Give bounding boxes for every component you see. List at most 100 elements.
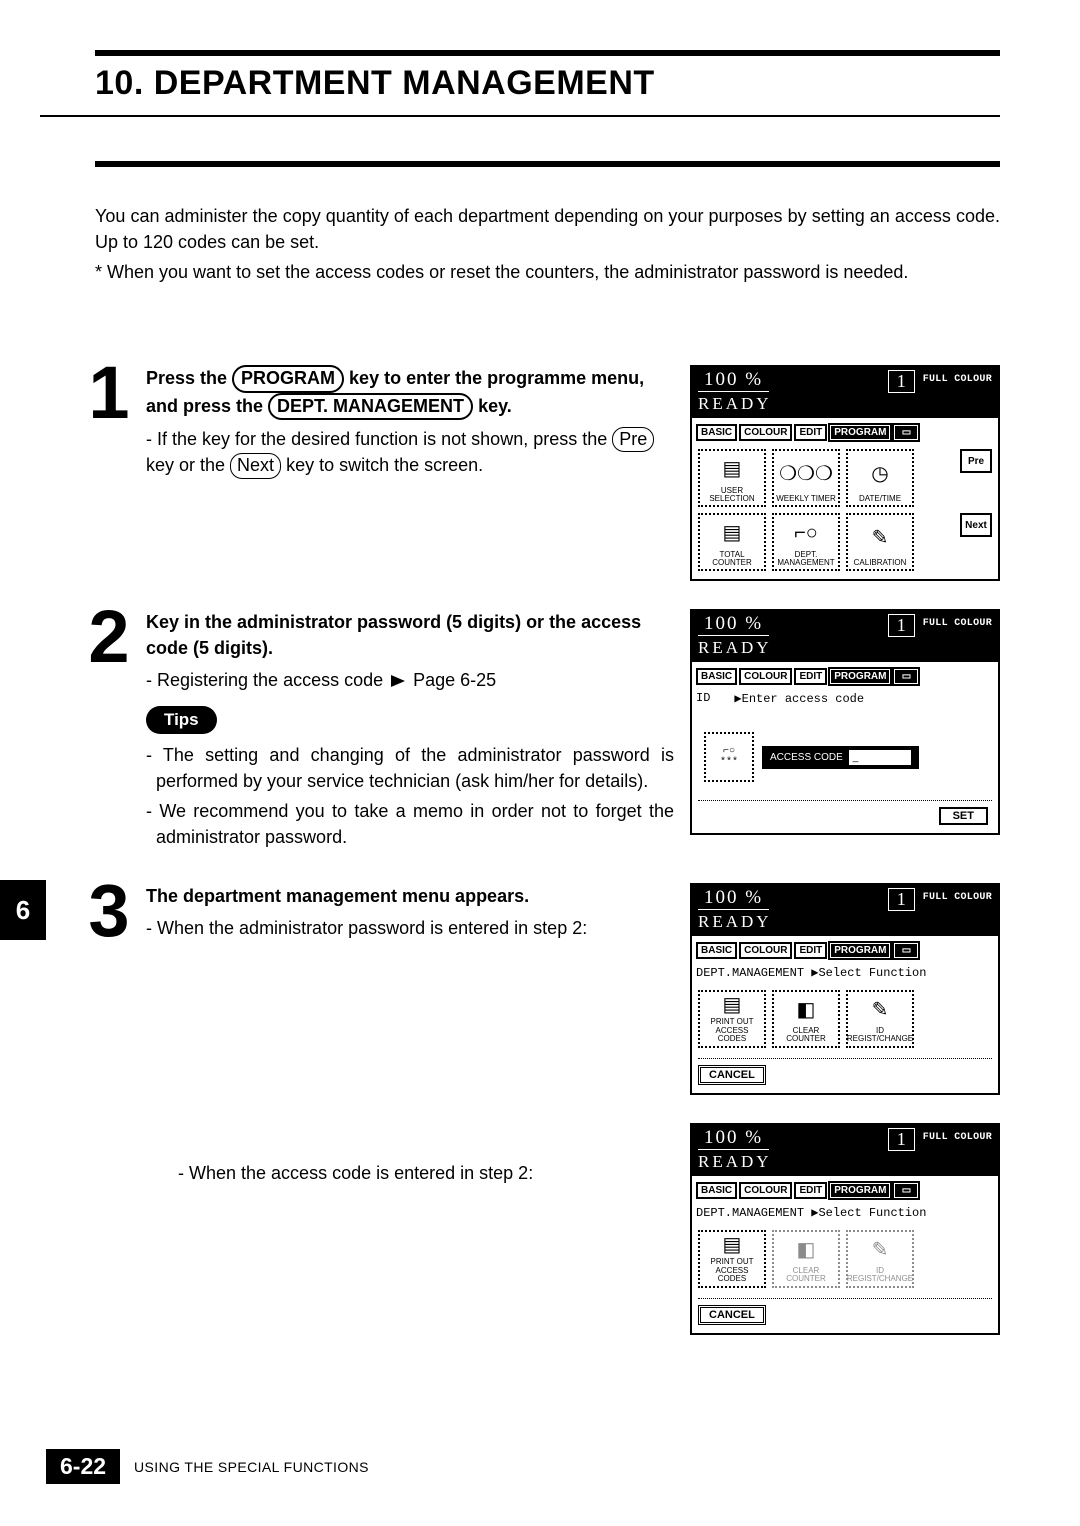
lcd-tab-basic[interactable]: BASIC bbox=[696, 668, 737, 685]
tips-label: Tips bbox=[146, 706, 217, 735]
step3-sub-access: - When the access code is entered in ste… bbox=[178, 1163, 690, 1184]
lcd-cancel-button[interactable]: CANCEL bbox=[698, 1305, 766, 1325]
step2-page-ref: Page 6-25 bbox=[408, 670, 496, 690]
step-number: 1 bbox=[80, 365, 138, 421]
lcd-screen-dept-menu-access: FULL COLOUR 1 100 % READY BASIC COLOUR E… bbox=[690, 1123, 1000, 1335]
intro-paragraph: You can administer the copy quantity of … bbox=[95, 203, 1000, 255]
lcd-btn-id-regist-change-disabled: ✎ID REGIST/CHANGE bbox=[846, 1230, 914, 1288]
step1-sub: - If the key for the desired function is… bbox=[146, 426, 674, 479]
lcd-tab-program[interactable]: PROGRAM bbox=[829, 1182, 891, 1199]
step3-bold: The department management menu appears. bbox=[146, 886, 529, 906]
lcd-ready: READY bbox=[698, 394, 992, 414]
lcd-tab-colour[interactable]: COLOUR bbox=[739, 1182, 792, 1199]
lcd-percent: 100 % bbox=[698, 1127, 769, 1150]
lcd-tab-colour[interactable]: COLOUR bbox=[739, 424, 792, 441]
intro-note: * When you want to set the access codes … bbox=[95, 259, 1000, 285]
lcd-count: 1 bbox=[888, 614, 915, 637]
lcd-btn-weekly-timer[interactable]: ❍❍❍WEEKLY TIMER bbox=[772, 449, 840, 507]
lcd-tab-program[interactable]: PROGRAM bbox=[829, 424, 891, 441]
lcd-tab-icon[interactable]: ▭ bbox=[893, 1182, 919, 1199]
lcd-ready: READY bbox=[698, 1152, 992, 1172]
step3-sub-admin: - When the administrator password is ent… bbox=[146, 915, 674, 941]
step2-sub-a: - Registering the access code bbox=[146, 670, 388, 690]
lcd-tab-edit[interactable]: EDIT bbox=[794, 424, 827, 441]
tip-item: We recommend you to take a memo in order… bbox=[146, 798, 674, 850]
page-title: 10. DEPARTMENT MANAGEMENT bbox=[95, 60, 1000, 115]
lcd-tab-colour[interactable]: COLOUR bbox=[739, 668, 792, 685]
lcd-cancel-button[interactable]: CANCEL bbox=[698, 1065, 766, 1085]
lcd-tab-basic[interactable]: BASIC bbox=[696, 1182, 737, 1199]
step-1: 1 Press the PROGRAM key to enter the pro… bbox=[80, 365, 1000, 581]
header-rule bbox=[95, 50, 1000, 56]
lcd-mode: FULL COLOUR bbox=[923, 374, 992, 385]
step1-sub-mid: key or the bbox=[146, 455, 230, 475]
lcd-access-value: _ bbox=[849, 750, 911, 765]
lcd-btn-id-regist-change[interactable]: ✎ID REGIST/CHANGE bbox=[846, 990, 914, 1048]
pre-keycap: Pre bbox=[612, 427, 654, 452]
lcd-btn-print-access-codes[interactable]: ▤PRINT OUT ACCESS CODES bbox=[698, 990, 766, 1048]
step-3: 3 The department management menu appears… bbox=[80, 883, 1000, 1095]
intro-text: You can administer the copy quantity of … bbox=[95, 203, 1000, 285]
footer-label: USING THE SPECIAL FUNCTIONS bbox=[134, 1459, 369, 1475]
step1-text-a: Press the bbox=[146, 368, 232, 388]
chapter-side-tab: 6 bbox=[0, 880, 46, 940]
step-number: 3 bbox=[80, 883, 138, 939]
lcd-count: 1 bbox=[888, 370, 915, 393]
lcd-ready: READY bbox=[698, 638, 992, 658]
lcd-count: 1 bbox=[888, 888, 915, 911]
page-footer: 6-22 USING THE SPECIAL FUNCTIONS bbox=[46, 1449, 369, 1484]
lcd-tab-basic[interactable]: BASIC bbox=[696, 942, 737, 959]
step1-sub-end: key to switch the screen. bbox=[281, 455, 483, 475]
lcd-percent: 100 % bbox=[698, 887, 769, 910]
lcd-tab-edit[interactable]: EDIT bbox=[794, 668, 827, 685]
page-number: 6-22 bbox=[46, 1449, 120, 1484]
lcd-mode: FULL COLOUR bbox=[923, 1132, 992, 1143]
lcd-btn-dept-management[interactable]: ⌐○DEPT. MANAGEMENT bbox=[772, 513, 840, 571]
dept-mgmt-keycap: DEPT. MANAGEMENT bbox=[268, 393, 473, 420]
page-ref-arrow-icon bbox=[391, 675, 405, 687]
section-rule bbox=[95, 161, 1000, 167]
lcd-tab-edit[interactable]: EDIT bbox=[794, 942, 827, 959]
lcd-tab-basic[interactable]: BASIC bbox=[696, 424, 737, 441]
lcd-key-icon: ⌐○*** bbox=[704, 732, 754, 782]
lcd-access-label: ACCESS CODE bbox=[770, 752, 843, 763]
lcd-screen-access-code: FULL COLOUR 1 100 % READY BASIC COLOUR E… bbox=[690, 609, 1000, 835]
lcd-btn-total-counter[interactable]: ▤TOTAL COUNTER bbox=[698, 513, 766, 571]
lcd-percent: 100 % bbox=[698, 369, 769, 392]
lcd-tab-icon[interactable]: ▭ bbox=[893, 668, 919, 685]
lcd-subhead: DEPT.MANAGEMENT ▶Select Function bbox=[692, 1203, 998, 1226]
tips-list: The setting and changing of the administ… bbox=[146, 742, 674, 850]
lcd-prompt-text: ▶Enter access code bbox=[734, 691, 864, 706]
lcd-ready: READY bbox=[698, 912, 992, 932]
lcd-btn-user-selection[interactable]: ▤USER SELECTION bbox=[698, 449, 766, 507]
step1-sub-a: - If the key for the desired function is… bbox=[146, 429, 612, 449]
lcd-next-button[interactable]: Next bbox=[960, 513, 992, 537]
lcd-id-label: ID bbox=[696, 691, 710, 706]
lcd-subhead: DEPT.MANAGEMENT ▶Select Function bbox=[692, 963, 998, 986]
step2-sub: - Registering the access code Page 6-25 bbox=[146, 667, 674, 693]
step2-bold: Key in the administrator password (5 dig… bbox=[146, 612, 641, 658]
lcd-btn-calibration[interactable]: ✎CALIBRATION bbox=[846, 513, 914, 571]
lcd-tab-edit[interactable]: EDIT bbox=[794, 1182, 827, 1199]
lcd-screen-program-menu: FULL COLOUR 1 100 % READY BASIC COLOUR E… bbox=[690, 365, 1000, 581]
lcd-tab-icon[interactable]: ▭ bbox=[893, 424, 919, 441]
step-2: 2 Key in the administrator password (5 d… bbox=[80, 609, 1000, 854]
lcd-count: 1 bbox=[888, 1128, 915, 1151]
lcd-pre-button[interactable]: Pre bbox=[960, 449, 992, 473]
lcd-btn-clear-counter[interactable]: ◧CLEAR COUNTER bbox=[772, 990, 840, 1048]
step-number: 2 bbox=[80, 609, 138, 665]
lcd-tab-icon[interactable]: ▭ bbox=[893, 942, 919, 959]
lcd-set-button[interactable]: SET bbox=[939, 807, 988, 825]
lcd-mode: FULL COLOUR bbox=[923, 618, 992, 629]
lcd-tab-colour[interactable]: COLOUR bbox=[739, 942, 792, 959]
lcd-btn-clear-counter-disabled: ◧CLEAR COUNTER bbox=[772, 1230, 840, 1288]
tip-item: The setting and changing of the administ… bbox=[146, 742, 674, 794]
lcd-access-code-field[interactable]: ACCESS CODE _ bbox=[762, 746, 919, 769]
lcd-btn-print-access-codes[interactable]: ▤PRINT OUT ACCESS CODES bbox=[698, 1230, 766, 1288]
lcd-btn-date-time[interactable]: ◷DATE/TIME bbox=[846, 449, 914, 507]
lcd-tab-program[interactable]: PROGRAM bbox=[829, 942, 891, 959]
lcd-tab-program[interactable]: PROGRAM bbox=[829, 668, 891, 685]
step-3-access-variant: - When the access code is entered in ste… bbox=[80, 1123, 1000, 1335]
next-keycap: Next bbox=[230, 453, 281, 478]
lcd-screen-dept-menu-admin: FULL COLOUR 1 100 % READY BASIC COLOUR E… bbox=[690, 883, 1000, 1095]
